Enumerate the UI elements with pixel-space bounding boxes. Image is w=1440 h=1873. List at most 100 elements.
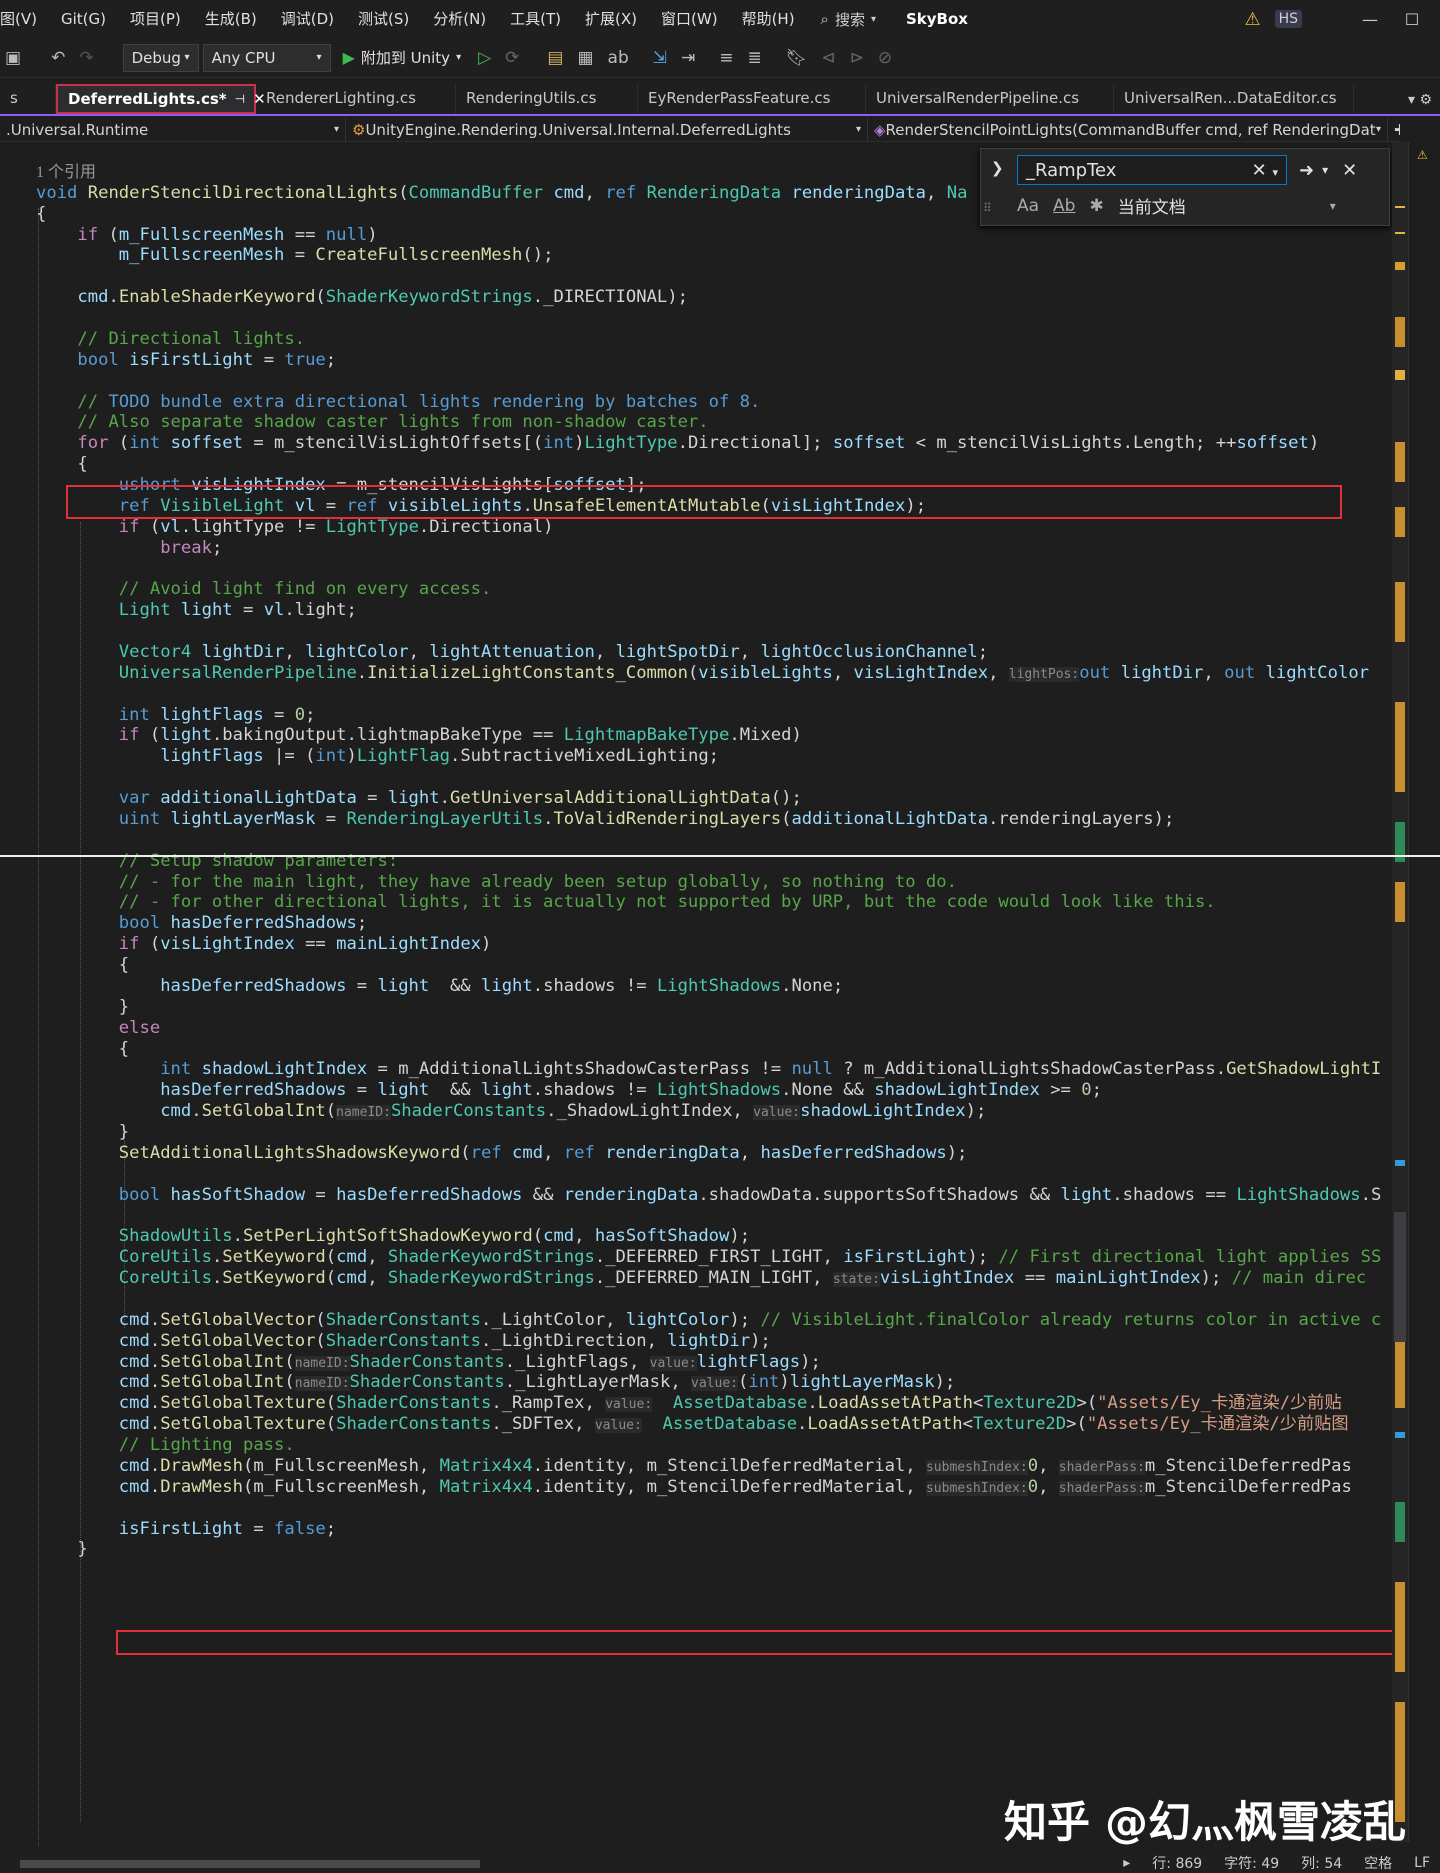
platform-select[interactable]: Any CPU ▾ <box>202 43 331 72</box>
code-line[interactable]: cmd.SetGlobalInt(nameID:ShaderConstants.… <box>0 1352 1392 1373</box>
find-next-icon[interactable]: ➜ <box>1299 160 1314 181</box>
code-line[interactable]: cmd.DrawMesh(m_FullscreenMesh, Matrix4x4… <box>0 1477 1392 1498</box>
code-line[interactable] <box>0 1289 1392 1310</box>
code-line[interactable]: m_FullscreenMesh = CreateFullscreenMesh(… <box>0 245 1392 266</box>
code-line[interactable]: hasDeferredShadows = light && light.shad… <box>0 976 1392 997</box>
tab-rendererlighting[interactable]: RendererLighting.cs <box>256 84 456 114</box>
code-line[interactable]: // - for the main light, they have alrea… <box>0 872 1392 893</box>
code-line[interactable]: cmd.SetGlobalVector(ShaderConstants._Lig… <box>0 1310 1392 1331</box>
redo-icon[interactable]: ↷ <box>74 48 98 68</box>
code-line[interactable] <box>0 684 1392 705</box>
code-line[interactable]: CoreUtils.SetKeyword(cmd, ShaderKeywordS… <box>0 1247 1392 1268</box>
code-line[interactable]: } <box>0 1122 1392 1143</box>
code-line[interactable]: // TODO bundle extra directional lights … <box>0 392 1392 413</box>
code-line[interactable] <box>0 371 1392 392</box>
minimize-icon[interactable]: — <box>1356 10 1384 29</box>
menu-window[interactable]: 窗口(W) <box>649 0 730 38</box>
whitespace-indicator[interactable]: 空格 <box>1364 1853 1392 1873</box>
code-line[interactable]: { <box>0 955 1392 976</box>
comment-icon[interactable]: ≡ <box>714 48 738 68</box>
code-line[interactable]: isFirstLight = false; <box>0 1519 1392 1540</box>
code-line[interactable]: { <box>0 454 1392 475</box>
menu-analyze[interactable]: 分析(N) <box>421 0 498 38</box>
expand-replace-icon[interactable]: ❯ <box>991 159 1004 177</box>
scroll-thumb[interactable] <box>1394 1212 1406 1342</box>
start-without-debug-icon[interactable]: ▷ <box>473 48 496 68</box>
menu-view[interactable]: 图(V) <box>0 0 49 38</box>
menu-tools[interactable]: 工具(T) <box>498 0 573 38</box>
code-line[interactable]: UniversalRenderPipeline.InitializeLightC… <box>0 663 1392 684</box>
match-word-icon[interactable]: Ab <box>1053 196 1075 216</box>
code-line[interactable]: } <box>0 1539 1392 1560</box>
code-line[interactable] <box>0 266 1392 287</box>
code-line[interactable]: Vector4 lightDir, lightColor, lightAtten… <box>0 642 1392 663</box>
pin-icon[interactable]: ⊣ <box>235 85 245 113</box>
char-indicator[interactable]: 字符: 49 <box>1224 1853 1279 1873</box>
save-all-icon[interactable]: ▣ <box>0 48 26 68</box>
code-line[interactable]: cmd.SetGlobalTexture(ShaderConstants._SD… <box>0 1414 1392 1435</box>
code-line[interactable]: // Directional lights. <box>0 329 1392 350</box>
code-line[interactable]: // - for other directional lights, it is… <box>0 892 1392 913</box>
menu-project[interactable]: 项目(P) <box>118 0 193 38</box>
code-line[interactable]: ShadowUtils.SetPerLightSoftShadowKeyword… <box>0 1226 1392 1247</box>
code-line[interactable]: break; <box>0 538 1392 559</box>
code-line[interactable]: else <box>0 1018 1392 1039</box>
layout-icon[interactable]: ▦ <box>572 48 598 68</box>
code-line[interactable]: if (visLightIndex == mainLightIndex) <box>0 934 1392 955</box>
menu-build[interactable]: 生成(B) <box>193 0 269 38</box>
code-line[interactable] <box>0 767 1392 788</box>
clear-search-icon[interactable]: ✕ ▾ <box>1252 156 1286 184</box>
member-dropdown[interactable]: ◈ RenderStencilPointLights(CommandBuffer… <box>868 118 1388 141</box>
horizontal-scroll-thumb[interactable] <box>20 1860 480 1868</box>
code-line[interactable]: int shadowLightIndex = m_AdditionalLight… <box>0 1059 1392 1080</box>
warning-icon[interactable]: ⚠ <box>1244 9 1260 30</box>
code-line[interactable]: cmd.DrawMesh(m_FullscreenMesh, Matrix4x4… <box>0 1456 1392 1477</box>
open-folder-icon[interactable]: ▤ <box>542 48 568 68</box>
tab-deferredlights[interactable]: DeferredLights.cs* ⊣ ✕ <box>56 84 266 114</box>
drag-handle-icon[interactable]: ⠿ <box>983 201 992 215</box>
uncomment-icon[interactable]: ≣ <box>743 48 767 68</box>
menu-test[interactable]: 测试(S) <box>346 0 421 38</box>
code-line[interactable]: SetAdditionalLightsShadowsKeyword(ref cm… <box>0 1143 1392 1164</box>
tab-universalren-dataeditor[interactable]: UniversalRen...DataEditor.cs <box>1114 84 1354 114</box>
configuration-select[interactable]: Debug ▾ <box>122 43 199 72</box>
find-scope[interactable]: 当前文档 <box>1118 193 1186 218</box>
code-line[interactable]: if (light.bakingOutput.lightmapBakeType … <box>0 725 1392 746</box>
code-line[interactable]: var additionalLightData = light.GetUnive… <box>0 788 1392 809</box>
vertical-scrollbar[interactable] <box>1392 142 1408 1842</box>
undo-icon[interactable]: ↶ <box>46 48 70 68</box>
code-line[interactable]: bool hasDeferredShadows; <box>0 913 1392 934</box>
code-line[interactable]: // Avoid light find on every access. <box>0 579 1392 600</box>
code-line[interactable] <box>0 1206 1392 1227</box>
code-line[interactable]: // Setup shadow parameters: <box>0 851 1392 872</box>
code-line[interactable]: { <box>0 1039 1392 1060</box>
code-line[interactable]: if (vl.lightType != LightType.Directiona… <box>0 517 1392 538</box>
code-line[interactable]: } <box>0 997 1392 1018</box>
code-line[interactable]: cmd.SetGlobalVector(ShaderConstants._Lig… <box>0 1331 1392 1352</box>
code-line[interactable]: cmd.SetGlobalInt(nameID:ShaderConstants.… <box>0 1372 1392 1393</box>
code-line[interactable] <box>0 830 1392 851</box>
code-line[interactable]: hasDeferredShadows = light && light.shad… <box>0 1080 1392 1101</box>
user-avatar[interactable]: HS <box>1274 10 1302 28</box>
code-line[interactable] <box>0 1498 1392 1519</box>
tab-eyrenderpassfeature[interactable]: EyRenderPassFeature.cs <box>638 84 866 114</box>
match-case-icon[interactable]: Aa <box>1017 196 1039 216</box>
tab-overflow[interactable]: s <box>0 84 56 114</box>
attach-unity-button[interactable]: ▶ 附加到 Unity ▾ <box>335 47 470 68</box>
project-dropdown[interactable]: .Universal.Runtime ▾ <box>0 118 346 141</box>
bookmark-prev-icon[interactable]: ⊲ <box>816 48 840 68</box>
code-line[interactable]: Light light = vl.light; <box>0 600 1392 621</box>
scroll-right-icon[interactable]: ▸ <box>1123 1855 1130 1871</box>
code-line[interactable]: bool hasSoftShadow = hasDeferredShadows … <box>0 1185 1392 1206</box>
code-line[interactable]: lightFlags |= (int)LightFlag.Subtractive… <box>0 746 1392 767</box>
code-line[interactable]: // Lighting pass. <box>0 1435 1392 1456</box>
code-line[interactable]: bool isFirstLight = true; <box>0 350 1392 371</box>
code-line[interactable] <box>0 308 1392 329</box>
bookmark-next-icon[interactable]: ⊳ <box>845 48 869 68</box>
code-line[interactable] <box>0 559 1392 580</box>
menu-help[interactable]: 帮助(H) <box>730 0 807 38</box>
line-ending-indicator[interactable]: LF <box>1414 1855 1430 1871</box>
column-indicator[interactable]: 列: 54 <box>1301 1853 1342 1873</box>
bookmark-icon[interactable]: 🔖︎ <box>781 48 813 68</box>
code-line[interactable]: for (int soffset = m_stencilVisLightOffs… <box>0 433 1392 454</box>
